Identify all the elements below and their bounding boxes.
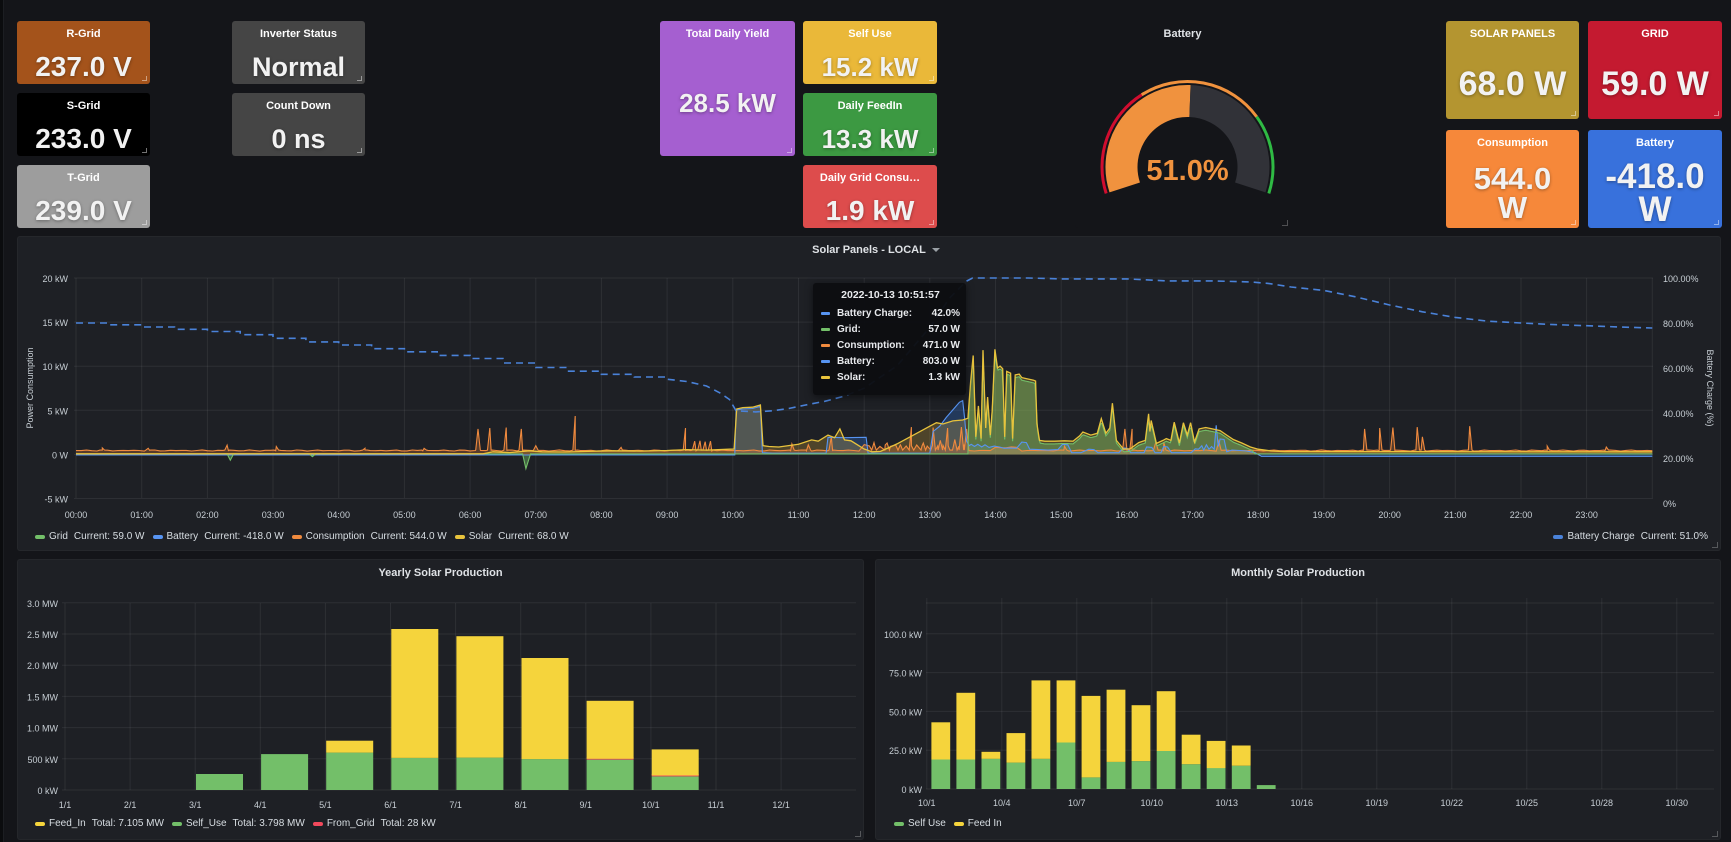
svg-text:12:00: 12:00 xyxy=(853,510,876,520)
svg-text:11/1: 11/1 xyxy=(708,800,725,810)
svg-text:10/1: 10/1 xyxy=(918,798,936,808)
svg-text:2/1: 2/1 xyxy=(124,800,137,810)
svg-text:05:00: 05:00 xyxy=(393,510,416,520)
svg-text:0 W: 0 W xyxy=(52,450,69,460)
svg-text:20.00%: 20.00% xyxy=(1663,454,1694,464)
svg-text:100.0 kW: 100.0 kW xyxy=(884,630,923,640)
svg-text:1.0 MW: 1.0 MW xyxy=(27,724,59,734)
svg-text:15:00: 15:00 xyxy=(1050,510,1073,520)
svg-text:09:00: 09:00 xyxy=(656,510,679,520)
svg-text:4/1: 4/1 xyxy=(254,800,267,810)
svg-text:23:00: 23:00 xyxy=(1575,510,1598,520)
svg-text:5 kW: 5 kW xyxy=(47,406,68,416)
svg-text:Power Consumption: Power Consumption xyxy=(25,347,35,428)
svg-text:15 kW: 15 kW xyxy=(42,318,68,328)
svg-text:10/16: 10/16 xyxy=(1291,798,1314,808)
svg-text:10/19: 10/19 xyxy=(1366,798,1389,808)
svg-text:03:00: 03:00 xyxy=(262,510,285,520)
svg-text:10/22: 10/22 xyxy=(1441,798,1464,808)
svg-text:17:00: 17:00 xyxy=(1181,510,1204,520)
svg-text:60.00%: 60.00% xyxy=(1663,364,1694,374)
svg-text:20:00: 20:00 xyxy=(1378,510,1401,520)
svg-text:10 kW: 10 kW xyxy=(42,362,68,372)
svg-text:10/1: 10/1 xyxy=(642,800,660,810)
svg-text:10:00: 10:00 xyxy=(722,510,745,520)
svg-text:1.5 MW: 1.5 MW xyxy=(27,692,59,702)
svg-text:0 kW: 0 kW xyxy=(901,785,922,795)
svg-text:2.0 MW: 2.0 MW xyxy=(27,661,59,671)
svg-text:21:00: 21:00 xyxy=(1444,510,1467,520)
svg-text:10/30: 10/30 xyxy=(1666,798,1689,808)
svg-text:14:00: 14:00 xyxy=(984,510,1007,520)
svg-text:13:00: 13:00 xyxy=(919,510,942,520)
svg-text:80.00%: 80.00% xyxy=(1663,319,1694,329)
svg-text:100.00%: 100.00% xyxy=(1663,274,1699,284)
svg-text:75.0 kW: 75.0 kW xyxy=(889,669,923,679)
svg-text:1/1: 1/1 xyxy=(59,800,72,810)
svg-text:10/13: 10/13 xyxy=(1216,798,1239,808)
svg-text:16:00: 16:00 xyxy=(1116,510,1139,520)
svg-text:12/1: 12/1 xyxy=(772,800,790,810)
svg-text:7/1: 7/1 xyxy=(449,800,462,810)
svg-text:3/1: 3/1 xyxy=(189,800,202,810)
svg-text:04:00: 04:00 xyxy=(327,510,350,520)
svg-text:9/1: 9/1 xyxy=(580,800,593,810)
svg-text:00:00: 00:00 xyxy=(65,510,88,520)
svg-text:0 kW: 0 kW xyxy=(37,786,58,796)
svg-text:0%: 0% xyxy=(1663,499,1676,509)
svg-text:500 kW: 500 kW xyxy=(27,755,58,765)
svg-text:50.0 kW: 50.0 kW xyxy=(889,707,923,717)
svg-text:Battery Charge (%): Battery Charge (%) xyxy=(1705,349,1715,426)
svg-text:10/10: 10/10 xyxy=(1141,798,1164,808)
svg-text:06:00: 06:00 xyxy=(459,510,482,520)
svg-text:20 kW: 20 kW xyxy=(42,274,68,284)
svg-text:8/1: 8/1 xyxy=(514,800,527,810)
svg-text:02:00: 02:00 xyxy=(196,510,219,520)
svg-text:10/28: 10/28 xyxy=(1591,798,1614,808)
svg-text:2.5 MW: 2.5 MW xyxy=(27,630,59,640)
svg-text:6/1: 6/1 xyxy=(384,800,397,810)
svg-text:22:00: 22:00 xyxy=(1510,510,1533,520)
svg-text:25.0 kW: 25.0 kW xyxy=(889,746,923,756)
svg-text:10/7: 10/7 xyxy=(1068,798,1086,808)
svg-text:10/4: 10/4 xyxy=(993,798,1011,808)
svg-text:5/1: 5/1 xyxy=(319,800,332,810)
svg-text:40.00%: 40.00% xyxy=(1663,409,1694,419)
svg-text:08:00: 08:00 xyxy=(590,510,613,520)
svg-text:10/25: 10/25 xyxy=(1516,798,1539,808)
svg-text:3.0 MW: 3.0 MW xyxy=(27,599,59,609)
svg-text:18:00: 18:00 xyxy=(1247,510,1270,520)
svg-text:07:00: 07:00 xyxy=(525,510,548,520)
svg-text:11:00: 11:00 xyxy=(788,510,810,520)
svg-text:01:00: 01:00 xyxy=(130,510,153,520)
svg-text:19:00: 19:00 xyxy=(1313,510,1336,520)
svg-text:-5 kW: -5 kW xyxy=(45,495,69,505)
